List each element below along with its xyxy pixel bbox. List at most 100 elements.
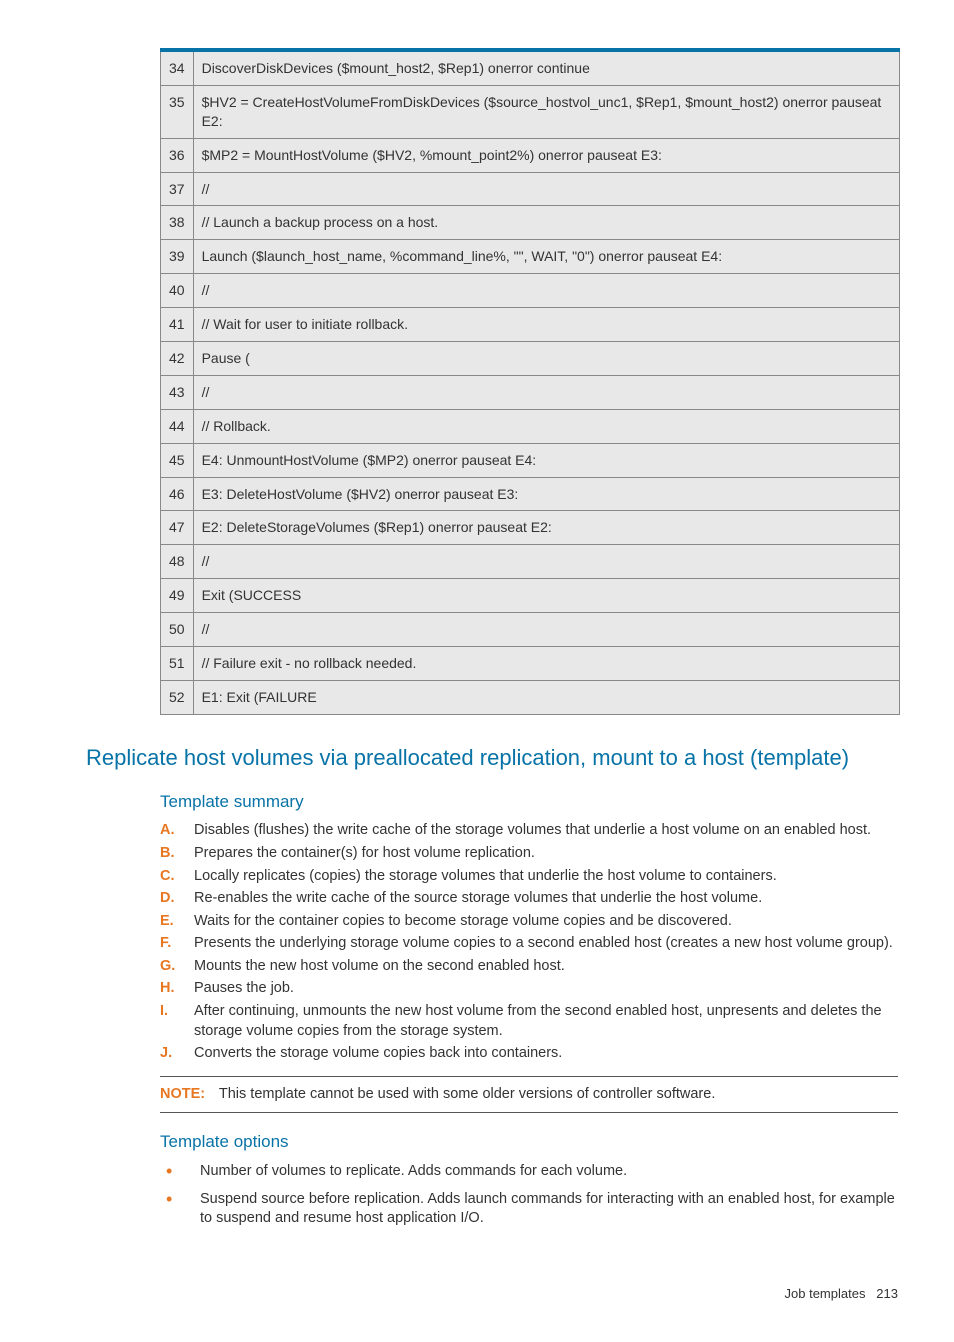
- line-number: 39: [161, 240, 194, 274]
- summary-item: B.Prepares the container(s) for host vol…: [160, 844, 898, 864]
- section-heading: Replicate host volumes via preallocated …: [86, 743, 898, 773]
- summary-item: C.Locally replicates (copies) the storag…: [160, 867, 898, 887]
- item-letter: B.: [160, 844, 194, 864]
- line-content: //: [193, 545, 899, 579]
- item-text: Mounts the new host volume on the second…: [194, 957, 565, 977]
- line-number: 52: [161, 680, 194, 714]
- code-row: 40//: [161, 274, 900, 308]
- line-content: Pause (: [193, 342, 899, 376]
- code-row: 36$MP2 = MountHostVolume ($HV2, %mount_p…: [161, 138, 900, 172]
- line-number: 49: [161, 579, 194, 613]
- summary-list: A.Disables (flushes) the write cache of …: [160, 821, 898, 1063]
- code-row: 49Exit (SUCCESS: [161, 579, 900, 613]
- footer-label: Job templates: [785, 1286, 866, 1301]
- item-text: Prepares the container(s) for host volum…: [194, 844, 535, 864]
- line-content: E1: Exit (FAILURE: [193, 680, 899, 714]
- item-letter: I.: [160, 1002, 194, 1041]
- code-row: 43//: [161, 375, 900, 409]
- line-content: E2: DeleteStorageVolumes ($Rep1) onerror…: [193, 511, 899, 545]
- line-content: //: [193, 613, 899, 647]
- line-number: 34: [161, 50, 194, 85]
- code-row: 38// Launch a backup process on a host.: [161, 206, 900, 240]
- line-content: //: [193, 375, 899, 409]
- code-table: 34DiscoverDiskDevices ($mount_host2, $Re…: [160, 48, 900, 715]
- line-content: $HV2 = CreateHostVolumeFromDiskDevices (…: [193, 85, 899, 138]
- item-text: Re-enables the write cache of the source…: [194, 889, 762, 909]
- item-text: Disables (flushes) the write cache of th…: [194, 821, 871, 841]
- footer-page: 213: [876, 1286, 898, 1301]
- code-row: 39Launch ($launch_host_name, %command_li…: [161, 240, 900, 274]
- item-letter: F.: [160, 934, 194, 954]
- item-letter: E.: [160, 912, 194, 932]
- note-text: This template cannot be used with some o…: [219, 1086, 715, 1102]
- line-content: Exit (SUCCESS: [193, 579, 899, 613]
- line-content: E4: UnmountHostVolume ($MP2) onerror pau…: [193, 443, 899, 477]
- summary-item: H.Pauses the job.: [160, 979, 898, 999]
- line-content: // Launch a backup process on a host.: [193, 206, 899, 240]
- code-row: 50//: [161, 613, 900, 647]
- line-content: Launch ($launch_host_name, %command_line…: [193, 240, 899, 274]
- item-text: Presents the underlying storage volume c…: [194, 934, 893, 954]
- line-number: 41: [161, 308, 194, 342]
- line-number: 38: [161, 206, 194, 240]
- item-letter: A.: [160, 821, 194, 841]
- summary-item: G.Mounts the new host volume on the seco…: [160, 957, 898, 977]
- code-row: 44// Rollback.: [161, 409, 900, 443]
- code-row: 37//: [161, 172, 900, 206]
- code-row: 51// Failure exit - no rollback needed.: [161, 647, 900, 681]
- options-list: Number of volumes to replicate. Adds com…: [160, 1162, 898, 1229]
- note-label: NOTE:: [160, 1086, 205, 1102]
- item-text: Converts the storage volume copies back …: [194, 1044, 562, 1064]
- line-content: $MP2 = MountHostVolume ($HV2, %mount_poi…: [193, 138, 899, 172]
- item-letter: J.: [160, 1044, 194, 1064]
- line-content: //: [193, 274, 899, 308]
- line-content: // Wait for user to initiate rollback.: [193, 308, 899, 342]
- line-number: 46: [161, 477, 194, 511]
- line-number: 50: [161, 613, 194, 647]
- item-letter: D.: [160, 889, 194, 909]
- code-row: 42Pause (: [161, 342, 900, 376]
- line-number: 47: [161, 511, 194, 545]
- item-text: After continuing, unmounts the new host …: [194, 1002, 898, 1041]
- summary-item: A.Disables (flushes) the write cache of …: [160, 821, 898, 841]
- code-row: 41// Wait for user to initiate rollback.: [161, 308, 900, 342]
- line-content: // Rollback.: [193, 409, 899, 443]
- line-number: 35: [161, 85, 194, 138]
- line-number: 36: [161, 138, 194, 172]
- code-tbody: 34DiscoverDiskDevices ($mount_host2, $Re…: [161, 50, 900, 714]
- code-row: 47E2: DeleteStorageVolumes ($Rep1) onerr…: [161, 511, 900, 545]
- line-number: 42: [161, 342, 194, 376]
- summary-item: J.Converts the storage volume copies bac…: [160, 1044, 898, 1064]
- line-number: 40: [161, 274, 194, 308]
- note-block: NOTE: This template cannot be used with …: [160, 1076, 898, 1114]
- line-content: // Failure exit - no rollback needed.: [193, 647, 899, 681]
- line-number: 48: [161, 545, 194, 579]
- summary-item: E.Waits for the container copies to beco…: [160, 912, 898, 932]
- summary-item: D.Re-enables the write cache of the sour…: [160, 889, 898, 909]
- line-content: E3: DeleteHostVolume ($HV2) onerror paus…: [193, 477, 899, 511]
- options-item: Number of volumes to replicate. Adds com…: [160, 1162, 898, 1182]
- code-row: 34DiscoverDiskDevices ($mount_host2, $Re…: [161, 50, 900, 85]
- template-options-heading: Template options: [160, 1131, 898, 1154]
- line-number: 43: [161, 375, 194, 409]
- code-row: 35$HV2 = CreateHostVolumeFromDiskDevices…: [161, 85, 900, 138]
- item-letter: C.: [160, 867, 194, 887]
- options-text: Suspend source before replication. Adds …: [200, 1190, 898, 1229]
- code-row: 46E3: DeleteHostVolume ($HV2) onerror pa…: [161, 477, 900, 511]
- code-row: 48//: [161, 545, 900, 579]
- template-summary-heading: Template summary: [160, 791, 898, 814]
- item-text: Locally replicates (copies) the storage …: [194, 867, 777, 887]
- summary-item: F.Presents the underlying storage volume…: [160, 934, 898, 954]
- line-number: 45: [161, 443, 194, 477]
- item-letter: H.: [160, 979, 194, 999]
- summary-item: I.After continuing, unmounts the new hos…: [160, 1002, 898, 1041]
- item-text: Waits for the container copies to become…: [194, 912, 732, 932]
- options-item: Suspend source before replication. Adds …: [160, 1190, 898, 1229]
- code-row: 45E4: UnmountHostVolume ($MP2) onerror p…: [161, 443, 900, 477]
- options-text: Number of volumes to replicate. Adds com…: [200, 1162, 627, 1182]
- line-number: 51: [161, 647, 194, 681]
- page-footer: Job templates 213: [86, 1285, 898, 1303]
- line-content: //: [193, 172, 899, 206]
- code-row: 52E1: Exit (FAILURE: [161, 680, 900, 714]
- item-letter: G.: [160, 957, 194, 977]
